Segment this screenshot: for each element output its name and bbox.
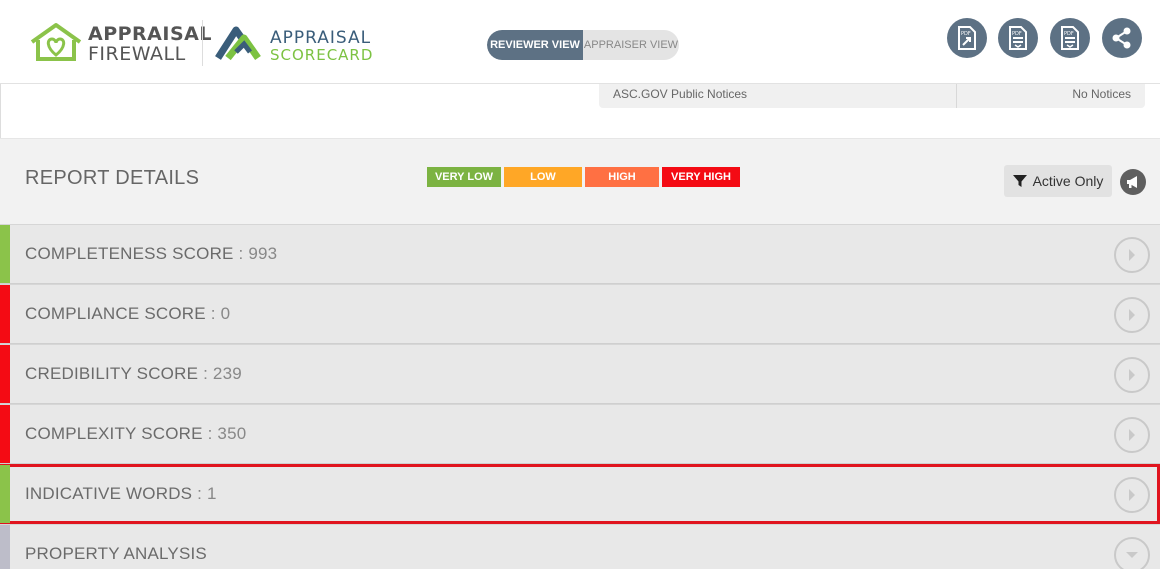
score-name: COMPLIANCE SCORE xyxy=(25,304,206,323)
report-details-header: REPORT DETAILS VERY LOW LOW HIGH VERY HIGH … xyxy=(0,138,1160,224)
house-heart-icon xyxy=(30,23,82,61)
score-row-compliance-score[interactable]: COMPLIANCE SCORE : 0 xyxy=(0,284,1160,344)
appraisal-firewall-logo[interactable]: APPRAISAL FIREWALL xyxy=(28,20,211,68)
scorecard-mark-icon xyxy=(215,26,261,61)
active-only-filter-button[interactable]: Active Only xyxy=(1004,165,1112,197)
top-header: APPRAISAL FIREWALL APPRAISAL SCORECARD R… xyxy=(0,0,1160,84)
score-value: : 239 xyxy=(198,364,242,383)
score-row-label: COMPLIANCE SCORE : 0 xyxy=(25,304,230,324)
risk-color-bar xyxy=(0,285,10,343)
public-notices-value: No Notices xyxy=(1072,87,1131,101)
risk-color-bar xyxy=(0,225,10,283)
play-arrow-icon[interactable] xyxy=(1114,357,1150,393)
score-row-complexity-score[interactable]: COMPLEXITY SCORE : 350 xyxy=(0,404,1160,464)
play-arrow-icon[interactable] xyxy=(1114,297,1150,333)
risk-color-bar xyxy=(0,525,10,569)
score-value: : 1 xyxy=(192,484,217,503)
score-row-property-analysis[interactable]: PROPERTY ANALYSIS xyxy=(0,524,1160,569)
score-row-label: INDICATIVE WORDS : 1 xyxy=(25,484,217,504)
play-arrow-icon[interactable] xyxy=(1114,237,1150,273)
score-name: PROPERTY ANALYSIS xyxy=(25,544,207,563)
appraiser-view-button[interactable]: APPRAISER VIEW xyxy=(583,30,679,60)
reviewer-view-button[interactable]: REVIEWER VIEW xyxy=(487,30,583,60)
notices-separator xyxy=(956,84,957,108)
legend-chip-high: HIGH xyxy=(585,167,659,187)
filter-icon xyxy=(1012,175,1027,187)
score-name: COMPLETENESS SCORE xyxy=(25,244,234,263)
view-toggle: REVIEWER VIEW APPRAISER VIEW xyxy=(487,30,679,60)
megaphone-icon[interactable] xyxy=(1120,169,1146,195)
score-value: : 993 xyxy=(233,244,278,263)
logo-scorecard-line2: SCORECARD xyxy=(270,46,374,64)
svg-text:PDF: PDF xyxy=(1012,31,1022,37)
score-row-credibility-score[interactable]: CREDIBILITY SCORE : 239 xyxy=(0,344,1160,404)
logo-firewall-line1: APPRAISAL xyxy=(88,23,212,45)
public-notices-box: ASC.GOV Public Notices No Notices xyxy=(599,84,1145,108)
score-row-completeness-score[interactable]: COMPLETENESS SCORE : 993 xyxy=(0,224,1160,284)
score-name: COMPLEXITY SCORE xyxy=(25,424,203,443)
score-name: CREDIBILITY SCORE xyxy=(25,364,199,383)
notices-strip: ASC.GOV Public Notices No Notices xyxy=(0,84,1160,138)
score-row-label: PROPERTY ANALYSIS xyxy=(25,544,207,564)
pdf-download-icon[interactable]: PDF xyxy=(998,18,1038,58)
score-row-indicative-words[interactable]: INDICATIVE WORDS : 1 xyxy=(0,464,1160,524)
risk-color-bar xyxy=(0,465,10,523)
play-arrow-icon[interactable] xyxy=(1114,417,1150,453)
legend-chip-low: LOW xyxy=(504,167,582,187)
expand-down-icon[interactable] xyxy=(1114,537,1150,569)
share-icon[interactable] xyxy=(1102,18,1142,58)
legend-chip-very-low: VERY LOW xyxy=(427,167,501,187)
play-arrow-icon[interactable] xyxy=(1114,477,1150,513)
score-row-label: COMPLETENESS SCORE : 993 xyxy=(25,244,277,264)
pdf-export-icon[interactable]: PDF xyxy=(947,18,987,58)
public-notices-label: ASC.GOV Public Notices xyxy=(613,87,748,101)
active-only-label: Active Only xyxy=(1032,173,1104,189)
score-row-label: COMPLEXITY SCORE : 350 xyxy=(25,424,246,444)
score-value: : 0 xyxy=(205,304,231,323)
legend-chip-very-high: VERY HIGH xyxy=(662,167,740,187)
svg-text:PDF: PDF xyxy=(961,31,971,37)
score-name: INDICATIVE WORDS xyxy=(25,484,193,503)
pdf-file-icon[interactable]: PDF xyxy=(1050,18,1090,58)
score-row-label: CREDIBILITY SCORE : 239 xyxy=(25,364,242,384)
logo-divider xyxy=(202,20,203,66)
risk-color-bar xyxy=(0,345,10,403)
appraisal-scorecard-logo[interactable]: APPRAISAL SCORECARD xyxy=(214,20,374,68)
risk-legend: VERY LOW LOW HIGH VERY HIGH xyxy=(427,167,743,187)
report-details-title: REPORT DETAILS xyxy=(25,167,200,189)
risk-color-bar xyxy=(0,405,10,463)
svg-text:PDF: PDF xyxy=(1064,31,1074,37)
logo-scorecard-line1: APPRAISAL xyxy=(270,28,372,48)
score-value: : 350 xyxy=(202,424,247,443)
logo-firewall-line2: FIREWALL xyxy=(88,43,186,65)
score-rows: COMPLETENESS SCORE : 993 COMPLIANCE SCORE… xyxy=(0,224,1160,569)
